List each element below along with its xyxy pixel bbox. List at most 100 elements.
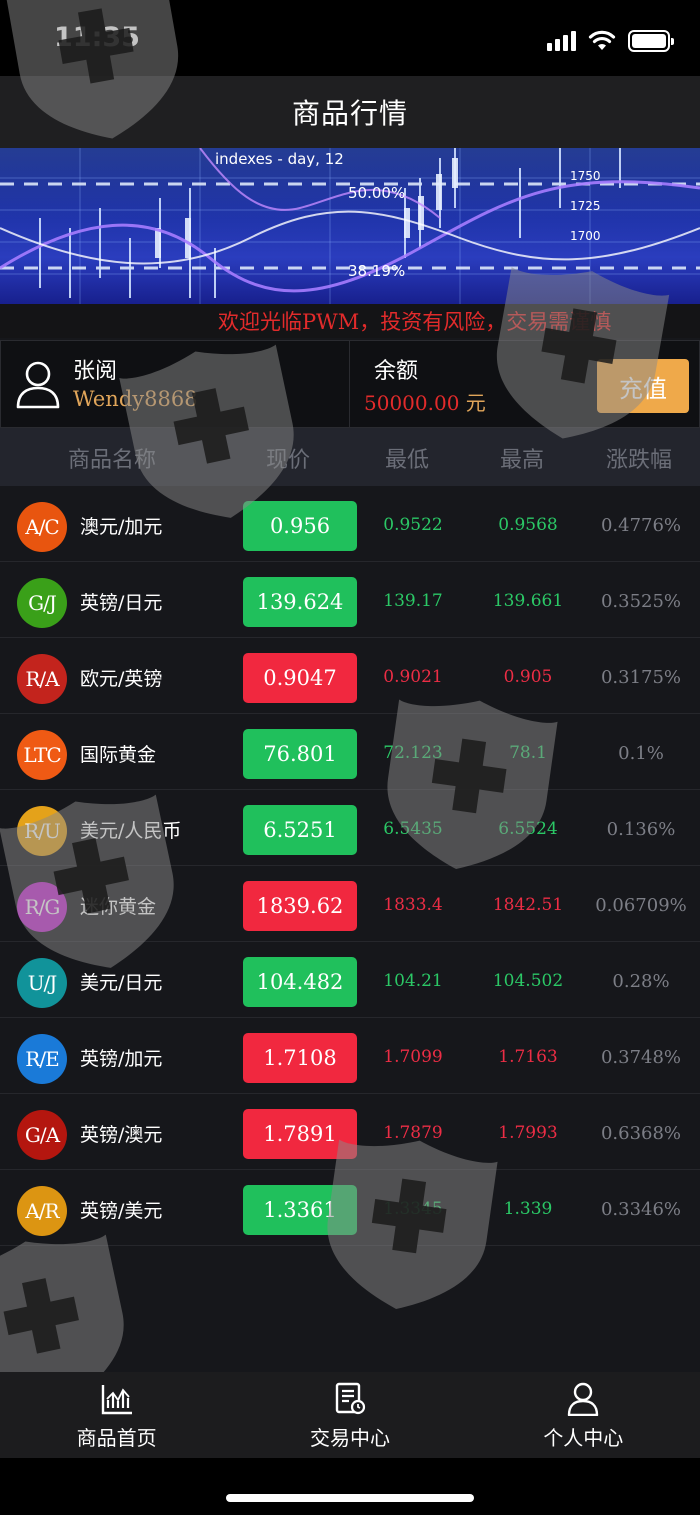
change-percent: 0.1%: [618, 743, 664, 764]
current-price-button[interactable]: 0.956: [243, 501, 357, 551]
banner-label-1750: 1750: [570, 169, 601, 183]
product-name: 英镑/澳元: [80, 1124, 163, 1146]
low-price: 1.7099: [383, 1047, 443, 1067]
quote-list: A/C 澳元/加元 0.956 0.9522 0.9568 0.4776% G/J 英镑/日元…: [0, 486, 700, 1246]
recharge-button[interactable]: 充值: [597, 359, 689, 413]
product-badge: R/E: [17, 1034, 67, 1084]
product-name: 美元/日元: [80, 972, 163, 994]
high-price: 1842.51: [492, 895, 564, 915]
banner-label-1700: 1700: [570, 229, 601, 243]
current-price-button[interactable]: 0.9047: [243, 653, 357, 703]
user-avatar-icon: [16, 361, 60, 409]
status-time: 11:35: [54, 22, 140, 53]
table-row[interactable]: A/C 澳元/加元 0.956 0.9522 0.9568 0.4776%: [0, 486, 700, 562]
wifi-icon: [588, 30, 616, 50]
product-badge: R/U: [17, 806, 67, 856]
product-badge: R/G: [17, 882, 67, 932]
product-badge: G/J: [17, 578, 67, 628]
header-product-name: 商品名称: [68, 448, 157, 473]
product-badge: G/A: [17, 1110, 67, 1160]
change-percent: 0.136%: [606, 819, 676, 840]
user-info[interactable]: 张阅 Wendy8868: [0, 340, 350, 428]
product-name: 英镑/日元: [80, 592, 163, 614]
change-percent: 0.06709%: [595, 895, 687, 916]
current-price-button[interactable]: 139.624: [243, 577, 357, 627]
table-row[interactable]: R/G 迷你黄金 1839.62 1833.4 1842.51 0.06709%: [0, 866, 700, 942]
current-price-button[interactable]: 1839.62: [243, 881, 357, 931]
table-row[interactable]: R/U 美元/人民币 6.5251 6.5435 6.5524 0.136%: [0, 790, 700, 866]
header-change: 涨跌幅: [606, 448, 673, 473]
balance-unit: 元: [465, 391, 486, 415]
status-bar: 11:35: [0, 0, 700, 76]
table-row[interactable]: R/A 欧元/英镑 0.9047 0.9021 0.905 0.3175%: [0, 638, 700, 714]
low-price: 0.9522: [383, 515, 443, 535]
notice-marquee: 欢迎光临PWM，投资有风险，交易需谨慎: [0, 304, 700, 338]
table-row[interactable]: R/E 英镑/加元 1.7108 1.7099 1.7163 0.3748%: [0, 1018, 700, 1094]
table-row[interactable]: LTC 国际黄金 76.801 72.123 78.1 0.1%: [0, 714, 700, 790]
nav-header: 商品行情: [0, 76, 700, 148]
banner-label-38: 38.19%: [348, 262, 405, 280]
tab-trading-center[interactable]: 交易中心: [233, 1372, 466, 1458]
table-row[interactable]: G/J 英镑/日元 139.624 139.17 139.661 0.3525%: [0, 562, 700, 638]
balance-label: 余额: [374, 359, 419, 384]
chart-icon: [101, 1385, 132, 1415]
table-row[interactable]: G/A 英镑/澳元 1.7891 1.7879 1.7993 0.6368%: [0, 1094, 700, 1170]
change-percent: 0.3175%: [600, 667, 682, 688]
banner-label-50: 50.00%: [348, 184, 405, 202]
product-badge: LTC: [17, 730, 67, 780]
tab-label: 商品首页: [76, 1426, 157, 1450]
current-price-button[interactable]: 1.7108: [243, 1033, 357, 1083]
home-indicator[interactable]: [226, 1494, 474, 1502]
change-percent: 0.3346%: [600, 1199, 682, 1220]
signal-icon: [547, 31, 576, 51]
product-name: 英镑/美元: [80, 1200, 163, 1222]
table-row[interactable]: A/R 英镑/美元 1.3361 1.3345 1.339 0.3346%: [0, 1170, 700, 1246]
current-price-button[interactable]: 1.3361: [243, 1185, 357, 1235]
product-name: 美元/人民币: [80, 820, 182, 842]
change-percent: 0.3748%: [600, 1047, 682, 1068]
header-high: 最高: [500, 448, 545, 473]
current-price-button[interactable]: 1.7891: [243, 1109, 357, 1159]
table-row[interactable]: U/J 美元/日元 104.482 104.21 104.502 0.28%: [0, 942, 700, 1018]
balance-value-line: 50000.00 元: [364, 387, 486, 416]
high-price: 1.7163: [498, 1047, 558, 1067]
change-percent: 0.3525%: [600, 591, 682, 612]
high-price: 0.9568: [498, 515, 558, 535]
person-icon: [568, 1382, 599, 1416]
low-price: 139.17: [383, 591, 443, 611]
high-price: 0.905: [503, 667, 553, 687]
tab-label: 个人中心: [543, 1426, 624, 1450]
banner-chart-image: indexes - day, 12 50.00% 38.19% 1750 172…: [0, 148, 700, 304]
current-price-button[interactable]: 104.482: [243, 957, 357, 1007]
balance-value: 50000.00: [364, 391, 460, 415]
high-price: 78.1: [509, 743, 547, 763]
low-price: 6.5435: [383, 819, 443, 839]
low-price: 104.21: [383, 971, 443, 991]
account-panel: 张阅 Wendy8868 余额 50000.00 元 充值: [0, 340, 700, 428]
tab-products-home[interactable]: 商品首页: [0, 1372, 233, 1458]
banner-label-1725: 1725: [570, 199, 601, 213]
current-price-button[interactable]: 6.5251: [243, 805, 357, 855]
high-price: 1.339: [503, 1199, 553, 1219]
product-name: 欧元/英镑: [80, 668, 163, 690]
tab-personal-center[interactable]: 个人中心: [467, 1372, 700, 1458]
high-price: 6.5524: [498, 819, 558, 839]
high-price: 139.661: [492, 591, 564, 611]
battery-icon: [628, 30, 674, 52]
home-indicator-area: [0, 1458, 700, 1515]
status-icons: [547, 28, 674, 54]
product-name: 国际黄金: [80, 744, 157, 766]
change-percent: 0.4776%: [600, 515, 682, 536]
change-percent: 0.6368%: [600, 1123, 682, 1144]
header-low: 最低: [385, 448, 430, 473]
current-price-button[interactable]: 76.801: [243, 729, 357, 779]
header-current-price: 现价: [266, 448, 311, 473]
market-banner: indexes - day, 12 50.00% 38.19% 1750 172…: [0, 148, 700, 304]
high-price: 1.7993: [498, 1123, 558, 1143]
product-name: 迷你黄金: [80, 896, 157, 918]
quote-table-header: 商品名称 现价 最低 最高 涨跌幅: [0, 428, 700, 486]
low-price: 1833.4: [383, 895, 443, 915]
product-badge: U/J: [17, 958, 67, 1008]
document-icon: [335, 1382, 366, 1415]
notice-text: 欢迎光临PWM，投资有风险，交易需谨慎: [218, 310, 612, 334]
